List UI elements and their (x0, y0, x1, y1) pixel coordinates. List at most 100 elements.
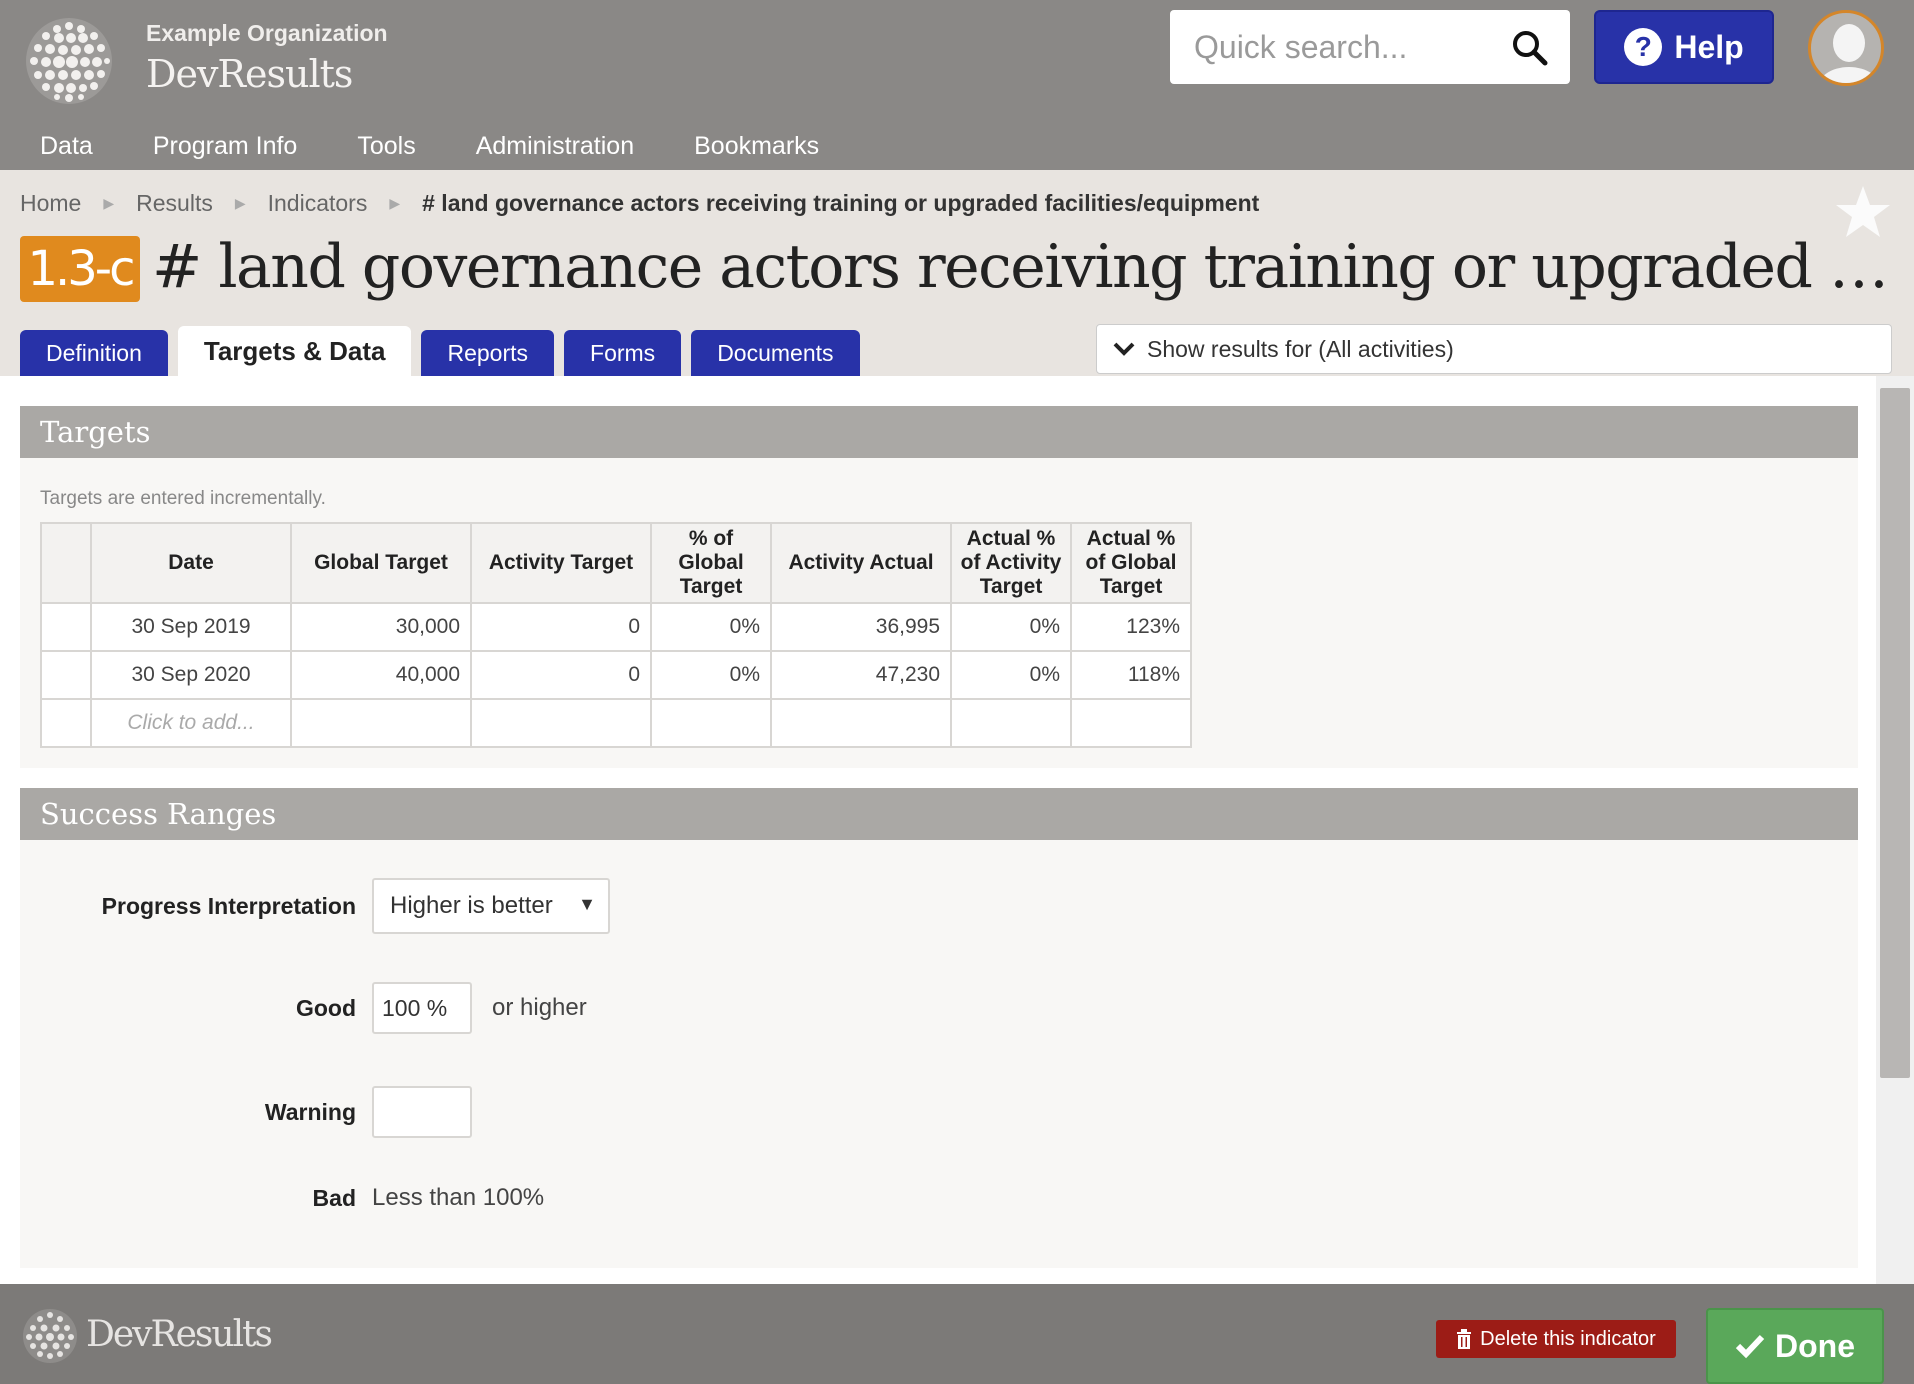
delete-label: Delete this indicator (1480, 1327, 1656, 1350)
person-icon (1818, 24, 1880, 83)
targets-table: Date Global Target Activity Target % of … (40, 522, 1192, 748)
page-title: # land governance actors receiving train… (152, 232, 1892, 302)
column-header-actual-pct-global[interactable]: Actual % of Global Target (1070, 522, 1192, 604)
user-avatar[interactable] (1808, 10, 1884, 86)
progress-interpretation-select[interactable]: Higher is better ▼ (372, 878, 610, 934)
bad-value: Less than 100% (372, 1184, 545, 1211)
cell-activity-actual: 47,230 (770, 650, 952, 700)
main-content: Targets Targets are entered incrementall… (0, 376, 1876, 1284)
footer-app-name: DevResults (86, 1314, 273, 1355)
cell-activity-actual: 36,995 (770, 602, 952, 652)
empty-cell (650, 698, 772, 748)
warning-row: Warning (20, 1086, 472, 1138)
good-suffix: or higher (492, 994, 587, 1021)
done-label: Done (1775, 1327, 1855, 1364)
row-handle-header (40, 522, 92, 604)
column-header-activity-actual[interactable]: Activity Actual (770, 522, 952, 604)
empty-cell[interactable] (470, 698, 652, 748)
breadcrumb-current: # land governance actors receiving train… (422, 190, 1260, 216)
progress-interpretation-label: Progress Interpretation (101, 892, 356, 919)
breadcrumb-home[interactable]: Home (20, 190, 81, 217)
cell-pct-global-target: 0% (650, 650, 772, 700)
search-input[interactable] (1194, 24, 1504, 70)
tab-reports[interactable]: Reports (421, 330, 555, 376)
tab-definition[interactable]: Definition (20, 330, 168, 376)
nav-item-administration[interactable]: Administration (476, 126, 634, 170)
show-results-dropdown[interactable]: Show results for (All activities) (1096, 324, 1892, 374)
empty-cell (950, 698, 1072, 748)
question-icon: ? (1624, 28, 1663, 66)
vertical-scrollbar[interactable] (1876, 376, 1914, 1284)
cell-actual-pct-activity: 0% (950, 602, 1072, 652)
bad-row: Bad Less than 100% (20, 1184, 545, 1212)
scrollbar-thumb[interactable] (1880, 388, 1910, 1078)
good-label: Good (295, 994, 356, 1021)
table-row[interactable]: 30 Sep 2019 30,000 0 0% 36,995 0% 123% (40, 602, 1192, 652)
warning-threshold-input[interactable] (372, 1086, 472, 1138)
row-handle[interactable] (40, 650, 92, 700)
nav-item-program-info[interactable]: Program Info (153, 126, 298, 170)
empty-cell (770, 698, 952, 748)
top-header: Example Organization DevResults ? Help D… (0, 0, 1914, 170)
row-handle (40, 698, 92, 748)
cell-activity-target[interactable]: 0 (470, 602, 652, 652)
success-ranges-heading: Success Ranges (20, 788, 1858, 840)
bad-label: Bad (312, 1184, 356, 1211)
devresults-logo-icon[interactable] (24, 16, 114, 106)
checkmark-icon (1735, 1334, 1765, 1359)
good-row: Good 100 % or higher (20, 982, 587, 1034)
chevron-down-icon (1113, 342, 1135, 356)
help-label: Help (1674, 28, 1744, 65)
breadcrumb-indicators[interactable]: Indicators (268, 190, 368, 217)
delete-indicator-button[interactable]: Delete this indicator (1436, 1320, 1676, 1358)
cell-global-target[interactable]: 40,000 (290, 650, 472, 700)
tab-forms[interactable]: Forms (564, 330, 682, 376)
breadcrumb-arrow-icon: ▶ (234, 195, 246, 211)
cell-date[interactable]: 30 Sep 2020 (90, 650, 292, 700)
tab-bar: Definition Targets & Data Reports Forms … (20, 326, 860, 376)
nav-item-bookmarks[interactable]: Bookmarks (694, 126, 819, 170)
cell-activity-target[interactable]: 0 (470, 650, 652, 700)
cell-date[interactable]: 30 Sep 2019 (90, 602, 292, 652)
column-header-pct-global-target[interactable]: % of Global Target (650, 522, 772, 604)
column-header-date[interactable]: Date (90, 522, 292, 604)
dropdown-arrow-icon: ▼ (578, 894, 596, 914)
empty-cell (1070, 698, 1192, 748)
help-button[interactable]: ? Help (1594, 10, 1774, 84)
good-threshold-input[interactable]: 100 % (372, 982, 472, 1034)
app-name[interactable]: DevResults (146, 52, 353, 96)
row-handle[interactable] (40, 602, 92, 652)
breadcrumb: Home ▶ Results ▶ Indicators ▶ # land gov… (20, 190, 1259, 217)
devresults-logo-icon (23, 1309, 77, 1363)
targets-heading: Targets (20, 406, 1858, 458)
breadcrumb-results[interactable]: Results (136, 190, 213, 217)
table-row[interactable]: 30 Sep 2020 40,000 0 0% 47,230 0% 118% (40, 650, 1192, 700)
tab-targets-data[interactable]: Targets & Data (177, 326, 412, 376)
main-nav: Data Program Info Tools Administration B… (0, 126, 839, 170)
quick-search (1170, 10, 1570, 84)
nav-item-tools[interactable]: Tools (357, 126, 415, 170)
progress-interpretation-row: Progress Interpretation Higher is better… (20, 878, 610, 934)
column-header-activity-target[interactable]: Activity Target (470, 522, 652, 604)
add-row[interactable]: Click to add... (40, 698, 1192, 748)
breadcrumb-arrow-icon: ▶ (389, 195, 401, 211)
column-header-actual-pct-activity[interactable]: Actual % of Activity Target (950, 522, 1072, 604)
tab-documents[interactable]: Documents (691, 330, 860, 376)
done-button[interactable]: Done (1706, 1308, 1884, 1384)
click-to-add-cell[interactable]: Click to add... (90, 698, 292, 748)
search-icon[interactable] (1512, 30, 1548, 66)
column-header-global-target[interactable]: Global Target (290, 522, 472, 604)
footer-bar: DevResults Delete this indicator Done (0, 1284, 1914, 1384)
cell-pct-global-target: 0% (650, 602, 772, 652)
success-ranges-panel: Success Ranges Progress Interpretation H… (20, 788, 1858, 1268)
cell-global-target[interactable]: 30,000 (290, 602, 472, 652)
organization-name: Example Organization (146, 20, 388, 46)
empty-cell[interactable] (290, 698, 472, 748)
table-header-row: Date Global Target Activity Target % of … (40, 522, 1192, 604)
warning-label: Warning (264, 1098, 356, 1125)
cell-actual-pct-global: 118% (1070, 650, 1192, 700)
nav-item-data[interactable]: Data (40, 126, 93, 170)
breadcrumb-arrow-icon: ▶ (103, 195, 115, 211)
cell-actual-pct-activity: 0% (950, 650, 1072, 700)
targets-panel: Targets Targets are entered incrementall… (20, 406, 1858, 768)
